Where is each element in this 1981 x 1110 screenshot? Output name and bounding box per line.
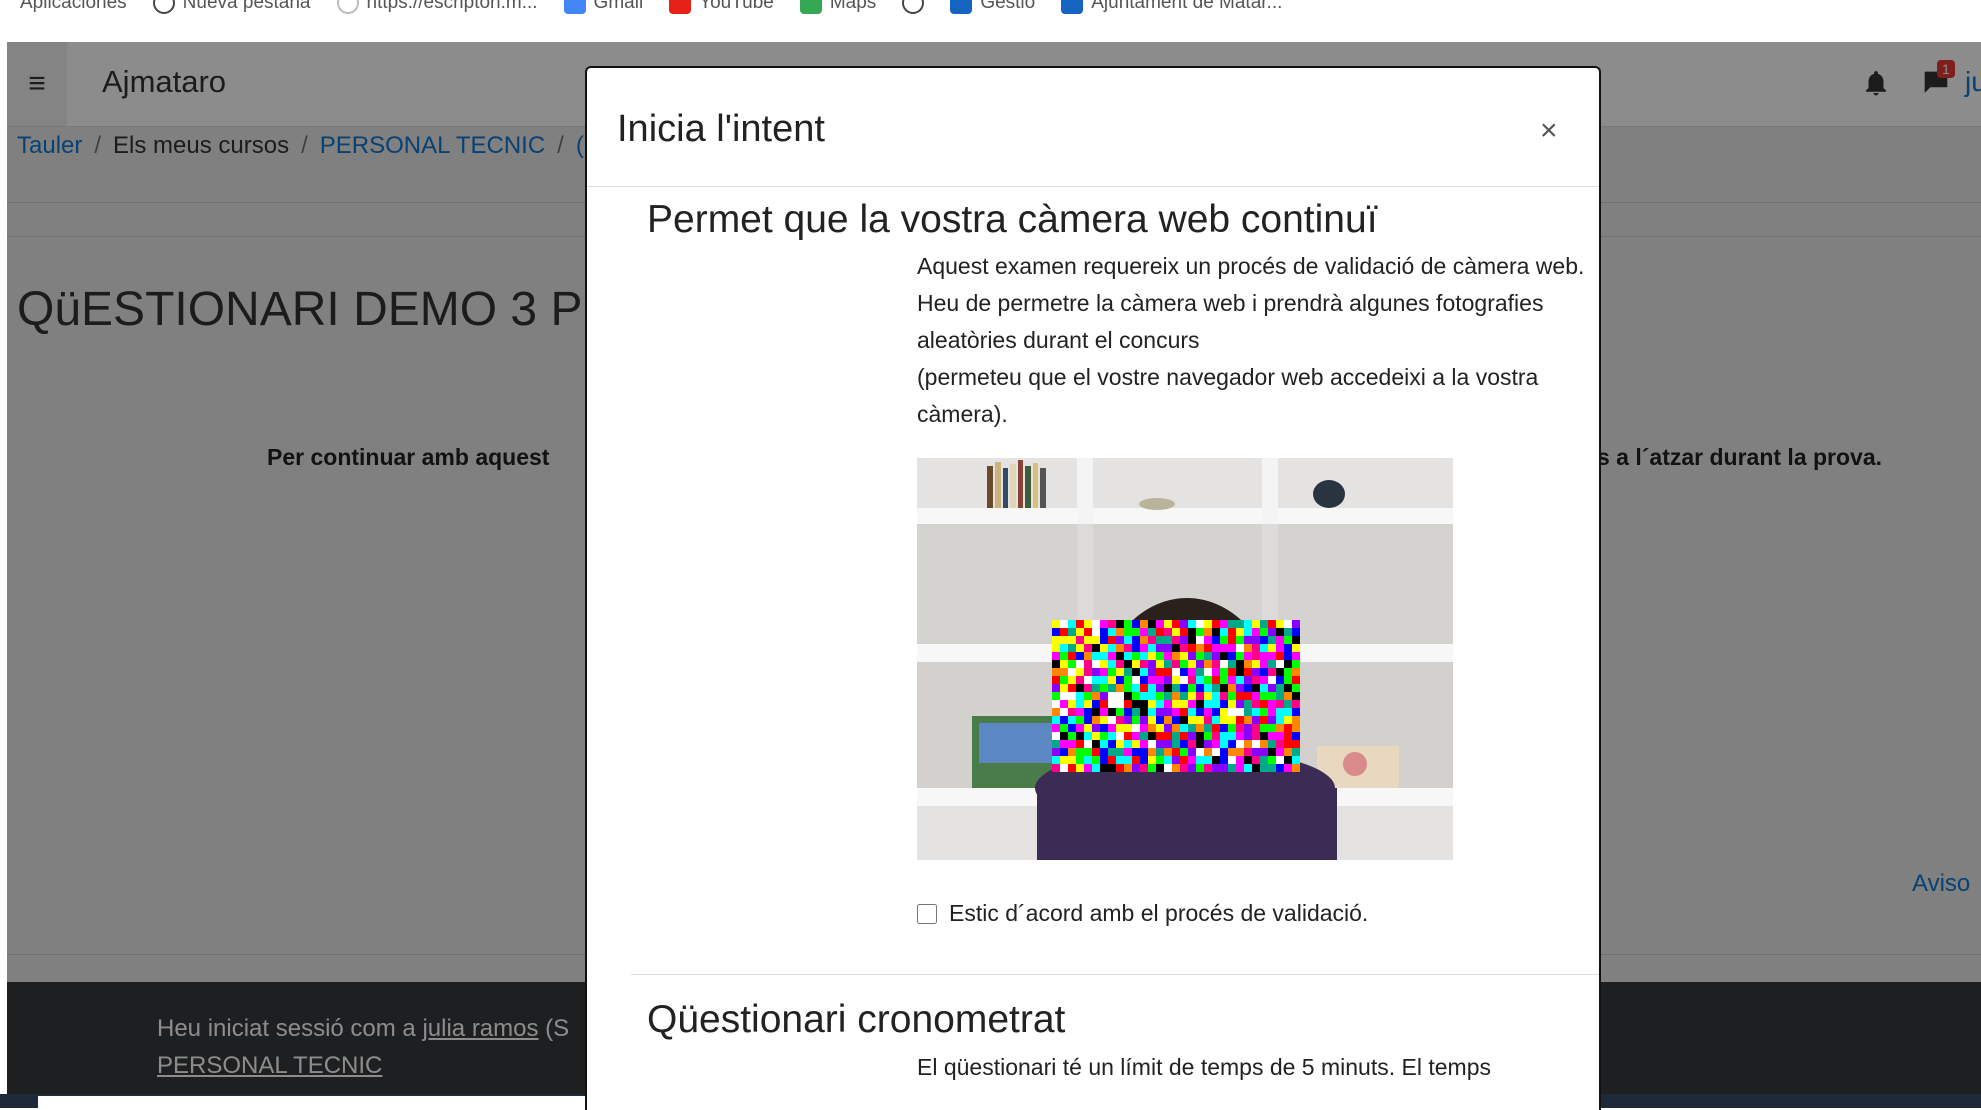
dialog-title: Inicia l'intent [617,108,825,150]
timed-quiz-description: El qüestionari té un límit de temps de 5… [917,1054,1491,1080]
agree-checkbox[interactable] [917,903,937,924]
timed-quiz-section-title: Qüestionari cronometrat [647,998,1066,1041]
webcam-description-note: (permeteu que el vostre navegador web ac… [917,364,1539,427]
globe-icon [152,0,175,14]
shield-icon [1061,0,1084,14]
bookmark-ajuntament[interactable]: Ajuntament de Matar... [1061,0,1282,14]
bookmark-label: Nueva pestaña [182,0,311,13]
bookmark-new-tab[interactable]: Nueva pestaña [152,0,311,14]
taskbar-search[interactable] [38,1096,614,1108]
bookmark-label: Ajuntament de Matar... [1091,0,1283,13]
bookmark-label: Maps [829,0,877,13]
bookmark-label: Aplicaciones [20,0,127,13]
divider [631,974,1599,975]
bookmark-label: Gmail [593,0,644,13]
page-icon [336,0,359,14]
bookmark-maps[interactable]: Maps [799,0,877,14]
youtube-icon [669,0,692,14]
bookmark-youtube[interactable]: YouTube [669,0,774,14]
face-mosaic [1052,620,1300,772]
divider [587,186,1599,187]
agree-checkbox-row[interactable]: Estic d´acord amb el procés de validació… [917,900,1368,927]
bookmark-gestio[interactable]: Gestió [950,0,1035,14]
gmail-icon [563,0,586,14]
webcam-preview [917,458,1453,860]
webcam-description: Aquest examen requereix un procés de val… [917,248,1597,433]
bookmark-blank[interactable] [902,0,925,14]
bookmark-escriptori[interactable]: https://escriptori.m... [336,0,538,14]
bookmark-label: YouTube [699,0,774,13]
globe-icon [902,0,925,14]
start-attempt-dialog: Inicia l'intent × Permet que la vostra c… [585,66,1601,1110]
bookmark-gmail[interactable]: Gmail [563,0,644,14]
bookmark-label: https://escriptori.m... [366,0,538,13]
bookmarks-bar: Aplicaciones Nueva pestaña https://escri… [0,0,1981,42]
agree-label: Estic d´acord amb el procés de validació… [949,900,1369,926]
shield-icon [950,0,973,14]
bookmark-apps[interactable]: Aplicaciones [20,0,127,14]
bookmark-label: Gestió [980,0,1036,13]
maps-icon [799,0,822,14]
webcam-description-text: Aquest examen requereix un procés de val… [917,253,1585,353]
close-icon[interactable]: × [1540,114,1558,148]
webcam-section-title: Permet que la vostra càmera web continuï [647,198,1378,241]
